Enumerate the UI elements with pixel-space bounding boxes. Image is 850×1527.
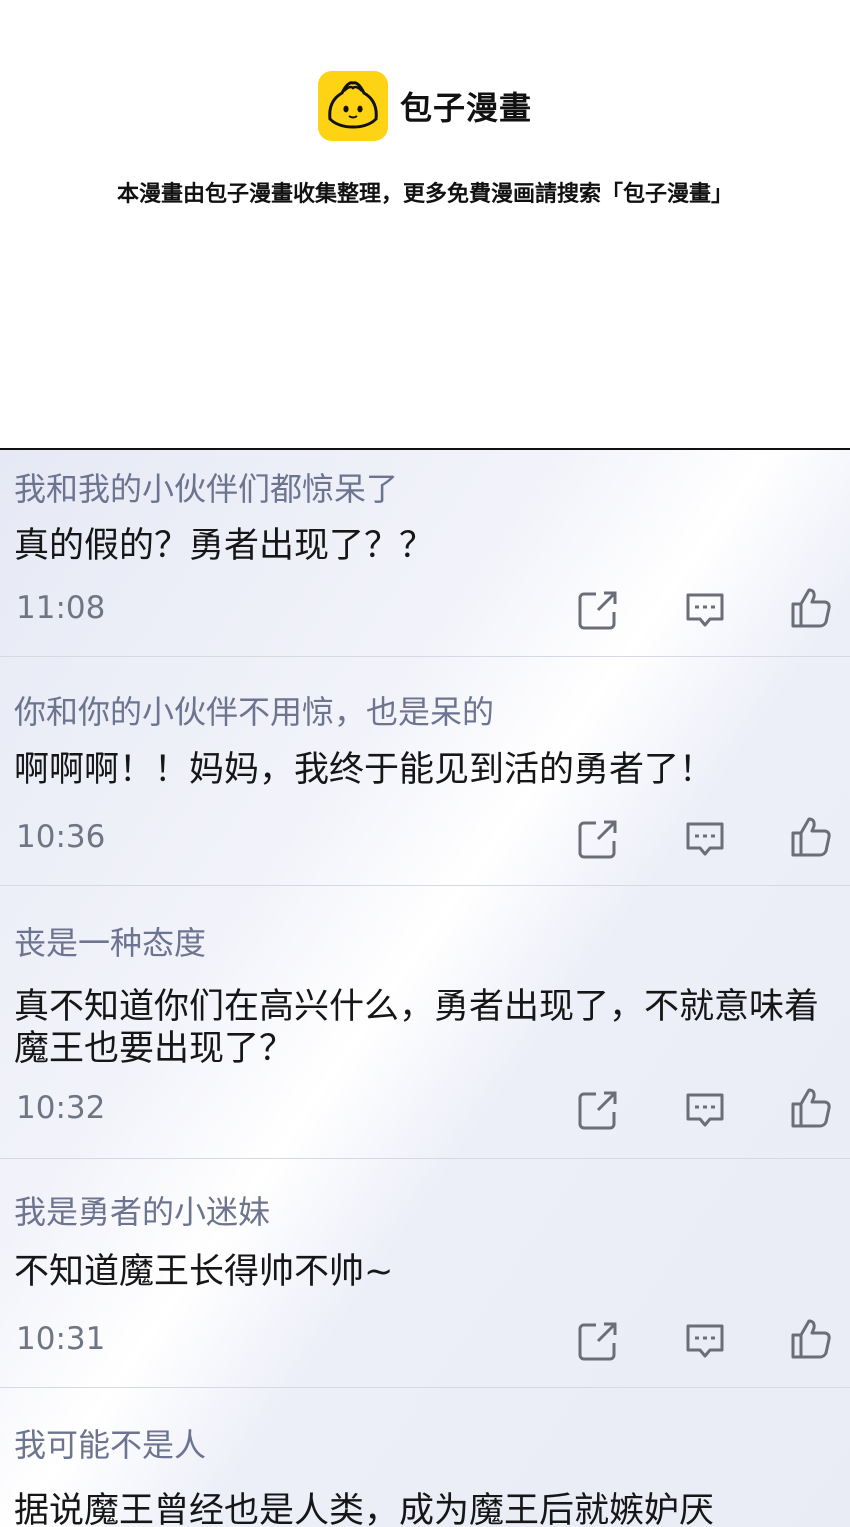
comment-time: 11:08 <box>16 590 106 626</box>
share-icon <box>578 591 617 630</box>
reply-button[interactable] <box>683 588 727 632</box>
like-icon <box>791 588 831 628</box>
brand-name: 包子漫畫 <box>400 89 533 127</box>
reply-icon <box>686 593 724 627</box>
comment-text: 据说魔王曾经也是人类，成为魔王后就嫉妒厌 <box>14 1491 715 1527</box>
reply-icon <box>686 822 724 856</box>
share-icon <box>578 1091 617 1130</box>
share-button[interactable] <box>576 1319 620 1363</box>
bun-mascot-icon <box>318 71 388 141</box>
comment-text: 真不知道你们在高兴什么，勇者出现了，不就意味着魔王也要出现了？ <box>14 987 820 1069</box>
comment-item: 我可能不是人 据说魔王曾经也是人类，成为魔王后就嫉妒厌 <box>0 1388 850 1527</box>
like-button[interactable] <box>789 1086 833 1130</box>
like-icon <box>791 1088 831 1128</box>
comment-time: 10:31 <box>16 1321 106 1357</box>
reply-button[interactable] <box>683 817 727 861</box>
comment-text: 真的假的？勇者出现了？？ <box>14 526 435 566</box>
comment-username[interactable]: 我和我的小伙伴们都惊呆了 <box>14 464 398 510</box>
comment-list: 我和我的小伙伴们都惊呆了 真的假的？勇者出现了？？ 11:08 你和你的小伙伴不… <box>0 448 850 1527</box>
like-icon <box>791 1319 831 1359</box>
brand[interactable]: 包子漫畫 <box>318 71 532 141</box>
reply-icon <box>686 1324 724 1358</box>
comment-username[interactable]: 你和你的小伙伴不用惊，也是呆的 <box>14 687 494 733</box>
like-button[interactable] <box>789 1317 833 1361</box>
comment-item: 你和你的小伙伴不用惊，也是呆的 啊啊啊！！妈妈，我终于能见到活的勇者了！ 10:… <box>0 657 850 886</box>
share-button[interactable] <box>576 588 620 632</box>
comment-item: 我是勇者的小迷妹 不知道魔王长得帅不帅~ 10:31 <box>0 1159 850 1388</box>
comment-username[interactable]: 丧是一种态度 <box>14 918 206 964</box>
share-button[interactable] <box>576 1088 620 1132</box>
reply-button[interactable] <box>683 1088 727 1132</box>
like-button[interactable] <box>789 586 833 630</box>
comment-time: 10:36 <box>16 819 106 855</box>
comment-item: 我和我的小伙伴们都惊呆了 真的假的？勇者出现了？？ 11:08 <box>0 450 850 657</box>
comment-username[interactable]: 我是勇者的小迷妹 <box>14 1187 270 1233</box>
comment-text: 不知道魔王长得帅不帅~ <box>14 1252 394 1292</box>
share-button[interactable] <box>576 817 620 861</box>
notice-text: 本漫畫由包子漫畫收集整理，更多免費漫画請搜索「包子漫畫」 <box>116 182 733 207</box>
page-header: 包子漫畫 本漫畫由包子漫畫收集整理，更多免費漫画請搜索「包子漫畫」 <box>0 0 850 448</box>
reply-button[interactable] <box>683 1319 727 1363</box>
comment-username[interactable]: 我可能不是人 <box>14 1420 206 1466</box>
like-icon <box>791 817 831 857</box>
reply-icon <box>686 1093 724 1127</box>
comment-time: 10:32 <box>16 1090 106 1126</box>
share-icon <box>578 1322 617 1361</box>
comment-item: 丧是一种态度 真不知道你们在高兴什么，勇者出现了，不就意味着魔王也要出现了？ 1… <box>0 886 850 1159</box>
comment-text: 啊啊啊！！妈妈，我终于能见到活的勇者了！ <box>14 750 715 790</box>
share-icon <box>578 820 617 859</box>
like-button[interactable] <box>789 815 833 859</box>
